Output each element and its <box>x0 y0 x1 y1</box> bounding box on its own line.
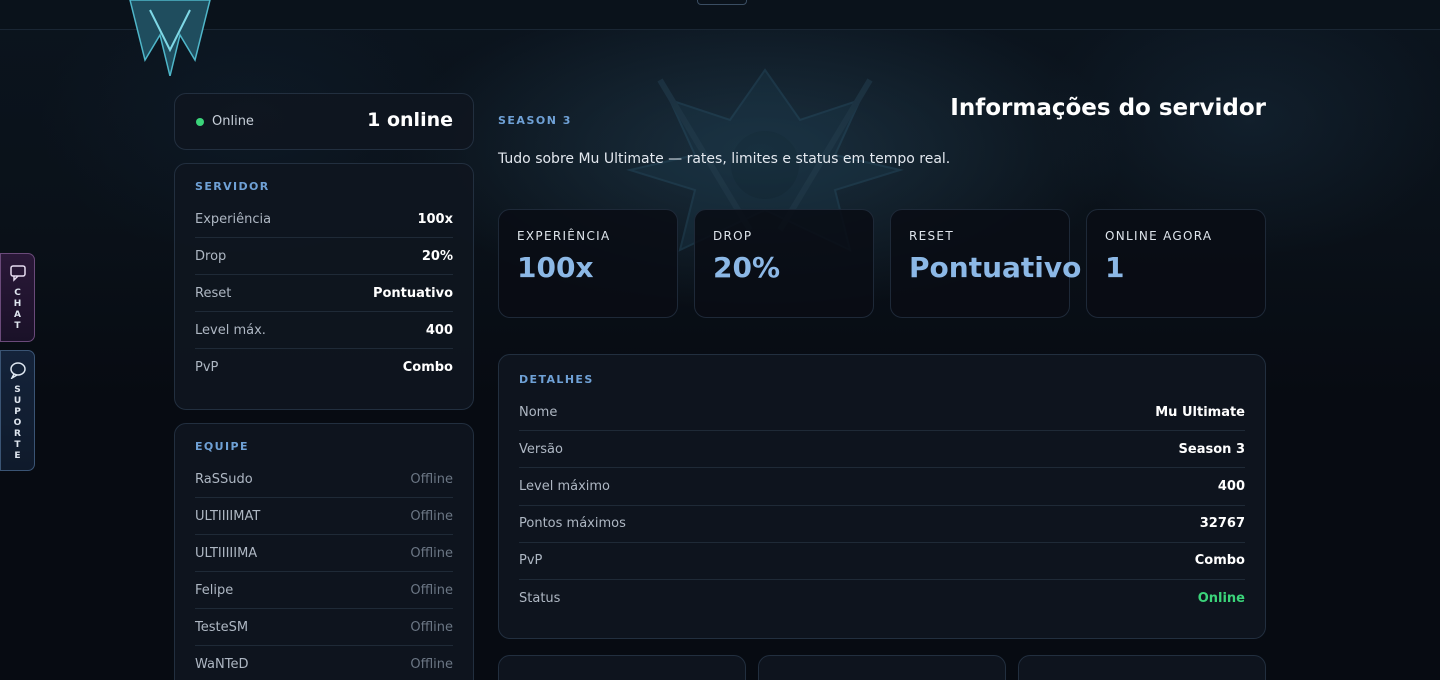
team-member-status: Offline <box>410 582 453 598</box>
team-member-status: Offline <box>410 619 453 635</box>
details-row-value: Mu Ultimate <box>1155 404 1245 420</box>
details-row-value: Season 3 <box>1178 441 1245 457</box>
season-label: SEASON 3 <box>498 114 572 127</box>
online-status-label: Online <box>212 114 254 129</box>
online-widget: Online 1 online <box>174 93 474 150</box>
details-rows: Nome Mu Ultimate Versão Season 3 Level máx… <box>519 394 1245 617</box>
server-row-value: 20% <box>421 248 453 264</box>
stat-card-online-now: ONLINE AGORA 1 <box>1086 209 1266 318</box>
top-navbar <box>0 0 1440 30</box>
stat-card-experience: EXPERIÊNCIA 100x <box>498 209 678 318</box>
stat-card-drop: DROP 20% <box>694 209 874 318</box>
support-tab[interactable]: SUPORTE <box>0 350 35 471</box>
nav-button[interactable] <box>697 0 747 5</box>
page-subtitle: Tudo sobre Mu Ultimate — rates, limites … <box>498 151 951 167</box>
site-logo[interactable] <box>125 0 215 76</box>
speech-bubble-icon <box>9 362 26 379</box>
stat-label: ONLINE AGORA <box>1105 229 1213 243</box>
server-row-value: Combo <box>402 360 453 375</box>
details-row: PvP Combo <box>519 543 1245 580</box>
team-member-row[interactable]: ULTIIIIMAT Offline <box>195 498 453 535</box>
support-tab-label: SUPORTE <box>13 385 22 461</box>
team-member-status: Offline <box>410 471 453 487</box>
server-row-key: Drop <box>195 248 227 264</box>
team-member-row[interactable]: WaNTeD Offline <box>195 646 453 680</box>
bottom-card-1 <box>498 655 746 680</box>
team-member-row[interactable]: TesteSM Offline <box>195 609 453 646</box>
stat-value: 1 <box>1105 251 1125 284</box>
team-card: EQUIPE RaSSudo Offline ULTIIIIMAT Offline … <box>174 423 474 680</box>
team-member-status: Offline <box>410 508 453 524</box>
team-member-status: Offline <box>410 657 453 672</box>
team-section-label: EQUIPE <box>195 440 249 453</box>
team-member-row[interactable]: Felipe Offline <box>195 572 453 609</box>
stat-value: 100x <box>517 251 594 284</box>
server-section-label: SERVIDOR <box>195 180 270 193</box>
stat-label: RESET <box>909 229 954 243</box>
details-card: DETALHES Nome Mu Ultimate Versão Season 3 … <box>498 354 1266 639</box>
team-member-name: TesteSM <box>195 619 249 635</box>
online-count: 1 online <box>367 109 453 131</box>
details-row-key: Level máximo <box>519 478 610 494</box>
details-row-value: Combo <box>1194 553 1245 569</box>
team-rows: RaSSudo Offline ULTIIIIMAT Offline ULTIIII… <box>195 461 453 680</box>
details-row: Versão Season 3 <box>519 431 1245 469</box>
server-row-value: 400 <box>425 322 453 338</box>
details-row-key: Pontos máximos <box>519 516 626 532</box>
chat-tab-label: CHAT <box>13 288 22 331</box>
page-title: Informações do servidor <box>950 95 1266 121</box>
details-row-key: Nome <box>519 404 558 420</box>
details-row: Status Online <box>519 580 1245 617</box>
team-member-name: Felipe <box>195 582 234 598</box>
chat-tab[interactable]: CHAT <box>0 253 35 342</box>
team-member-name: ULTIIIIMAT <box>195 508 261 524</box>
online-dot-icon <box>196 117 204 126</box>
team-member-name: ULTIIIIIMA <box>195 545 258 561</box>
details-row: Level máximo 400 <box>519 468 1245 506</box>
team-member-name: RaSSudo <box>195 471 253 487</box>
details-row-value: 400 <box>1217 478 1245 494</box>
stat-label: DROP <box>713 229 753 243</box>
details-row-value: 32767 <box>1199 516 1245 532</box>
server-row: Reset Pontuativo <box>195 275 453 312</box>
stat-value: 20% <box>713 251 781 284</box>
server-row-value: 100x <box>417 211 453 227</box>
server-row: Drop 20% <box>195 238 453 275</box>
server-row-key: Level máx. <box>195 322 266 338</box>
server-card: SERVIDOR Experiência 100x Drop 20% Reset Po… <box>174 163 474 410</box>
stat-card-reset: RESET Pontuativo <box>890 209 1082 318</box>
bottom-card-3 <box>1018 655 1266 680</box>
online-status: Online <box>196 114 254 129</box>
details-row: Pontos máximos 32767 <box>519 506 1245 543</box>
team-member-row[interactable]: ULTIIIIIMA Offline <box>195 535 453 572</box>
server-row-key: Experiência <box>195 211 272 227</box>
status-value: Online <box>1197 591 1245 607</box>
details-row-key: Versão <box>519 441 563 457</box>
server-row-value: Pontuativo <box>372 285 453 301</box>
stat-label: EXPERIÊNCIA <box>517 229 611 243</box>
team-member-row[interactable]: RaSSudo Offline <box>195 461 453 498</box>
team-member-name: WaNTeD <box>195 657 249 672</box>
server-row-key: PvP <box>195 360 219 375</box>
details-row: Nome Mu Ultimate <box>519 394 1245 432</box>
details-section-label: DETALHES <box>519 373 594 386</box>
details-row-key: Status <box>519 591 561 607</box>
bottom-card-2 <box>758 655 1006 680</box>
server-row-key: Reset <box>195 285 232 301</box>
chat-icon <box>9 265 26 282</box>
server-row: Experiência 100x <box>195 201 453 238</box>
server-rows: Experiência 100x Drop 20% Reset Pontuativo … <box>195 201 453 386</box>
server-row: Level máx. 400 <box>195 312 453 349</box>
team-member-status: Offline <box>410 545 453 561</box>
details-row-key: PvP <box>519 553 543 569</box>
stat-value: Pontuativo <box>909 251 1082 284</box>
server-row: PvP Combo <box>195 349 453 386</box>
